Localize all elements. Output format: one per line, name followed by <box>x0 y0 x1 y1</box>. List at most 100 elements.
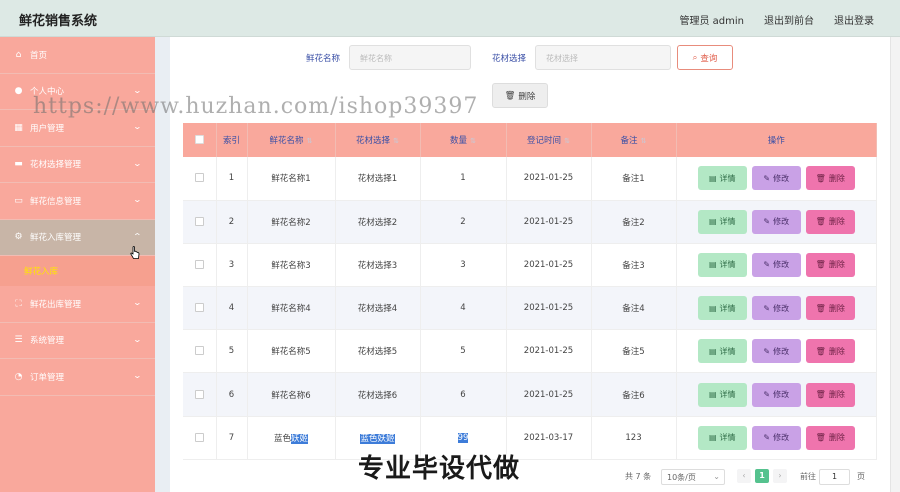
sidebar-item-materials[interactable]: ▬ 花材选择管理 ⌄ <box>0 147 155 183</box>
total-count: 共 7 条 <box>625 472 652 481</box>
document-icon: ▤ <box>708 346 717 356</box>
cell-material: 蓝色妖姬 <box>335 416 421 460</box>
scrollbar[interactable] <box>890 37 900 492</box>
delete-button[interactable]: 🗑 删除 <box>805 296 855 321</box>
next-page-button[interactable]: › <box>773 469 787 483</box>
sidebar-item-users[interactable]: ▦ 用户管理 ⌄ <box>0 110 155 147</box>
row-checkbox[interactable] <box>194 259 204 269</box>
col-name[interactable]: 鲜花名称 ⇅ <box>247 123 336 157</box>
sidebar-item-flower-info[interactable]: ▭ 鲜花信息管理 ⌄ <box>0 183 155 220</box>
cell-date: 2021-01-25 <box>506 329 592 374</box>
row-checkbox[interactable] <box>194 389 204 399</box>
row-checkbox[interactable] <box>194 216 204 226</box>
app-title: 鲜花销售系统 <box>19 14 98 29</box>
row-checkbox[interactable] <box>194 346 204 356</box>
detail-button[interactable]: ▤ 详情 <box>697 425 747 450</box>
select-all-checkbox[interactable] <box>194 135 204 144</box>
sidebar-item-stock-out[interactable]: ⛶ 鲜花出库管理 ⌄ <box>0 286 155 323</box>
cell-index: 7 <box>216 416 248 460</box>
sliders-icon: ☰ <box>14 335 23 346</box>
edit-button[interactable]: ✎ 修改 <box>751 166 801 191</box>
cell-quantity: 5 <box>420 329 507 374</box>
cell-name: 鲜花名称2 <box>247 200 336 244</box>
delete-button[interactable]: 🗑 删除 <box>805 425 855 450</box>
cell-index: 1 <box>216 157 248 201</box>
gauge-icon: ◔ <box>14 371 23 382</box>
sidebar-item-system[interactable]: ☰ 系统管理 ⌄ <box>0 323 155 359</box>
sidebar-item-orders[interactable]: ◔ 订单管理 ⌄ <box>0 359 155 396</box>
query-button[interactable]: ⌕ 查询 <box>677 45 733 70</box>
delete-button[interactable]: 🗑 删除 <box>805 339 855 364</box>
delete-button[interactable]: 🗑 删除 <box>805 166 855 191</box>
row-checkbox[interactable] <box>194 303 204 313</box>
detail-button[interactable]: ▤ 详情 <box>697 209 747 234</box>
detail-button[interactable]: ▤ 详情 <box>697 339 747 364</box>
row-checkbox[interactable] <box>194 432 204 442</box>
detail-button[interactable]: ▤ 详情 <box>697 296 747 321</box>
pencil-icon: ✎ <box>763 346 771 356</box>
select-all-cell <box>183 123 217 157</box>
material-search-input[interactable]: 花材选择 <box>535 45 671 70</box>
cell-date: 2021-01-25 <box>506 286 592 331</box>
cell-note: 备注6 <box>591 372 677 417</box>
chevron-up-icon: ⌃ <box>132 231 143 241</box>
edit-button[interactable]: ✎ 修改 <box>751 252 801 277</box>
grid-icon: ▦ <box>14 122 23 133</box>
cell-quantity: 4 <box>420 286 507 331</box>
logout-link[interactable]: 退出登录 <box>834 12 874 27</box>
row-checkbox[interactable] <box>194 173 204 183</box>
submenu-item-stock-in[interactable]: 鲜花入库 <box>0 256 155 286</box>
pencil-icon: ✎ <box>763 217 771 227</box>
cell-note: 备注4 <box>591 286 677 331</box>
chevron-down-icon: ⌄ <box>132 122 143 131</box>
document-icon: ▤ <box>708 390 717 400</box>
edit-button[interactable]: ✎ 修改 <box>751 296 801 321</box>
detail-button[interactable]: ▤ 详情 <box>697 166 747 191</box>
query-button-label: 查询 <box>700 53 718 64</box>
to-front-link[interactable]: 退出到前台 <box>764 12 814 27</box>
cell-note: 123 <box>591 416 677 460</box>
material-search-label: 花材选择 <box>492 54 527 64</box>
chevron-down-icon: ⌄ <box>132 195 143 204</box>
goto-page-input[interactable]: 1 <box>819 469 850 485</box>
stock-in-table: 索引 鲜花名称 ⇅ 花材选择 ⇅ 数量 ⇅ 登记时间 ⇅ 备注 ⇅ 操作 1 鲜花名称1 … <box>183 123 877 460</box>
cell-quantity: 3 <box>420 243 507 288</box>
sidebar-item-label: 个人中心 <box>30 87 65 98</box>
cell-name: 鲜花名称6 <box>247 372 336 417</box>
detail-button[interactable]: ▤ 详情 <box>697 252 747 277</box>
edit-button[interactable]: ✎ 修改 <box>751 382 801 407</box>
col-date[interactable]: 登记时间 ⇅ <box>506 123 592 157</box>
cell-date: 2021-01-25 <box>506 372 592 417</box>
home-icon: ⌂ <box>15 49 22 60</box>
detail-button[interactable]: ▤ 详情 <box>697 382 747 407</box>
cell-date: 2021-01-25 <box>506 243 592 288</box>
document-icon: ▤ <box>708 433 717 443</box>
delete-button[interactable]: 🗑 删除 <box>805 382 855 407</box>
col-quantity[interactable]: 数量 ⇅ <box>420 123 507 157</box>
page-size-select[interactable]: 10条/页 ⌄ <box>661 469 725 485</box>
cell-quantity: 2 <box>420 200 507 244</box>
batch-delete-button[interactable]: 🗑 删除 <box>492 83 548 108</box>
cell-name: 鲜花名称1 <box>247 157 336 201</box>
cell-index: 2 <box>216 200 248 244</box>
col-note[interactable]: 备注 ⇅ <box>591 123 677 157</box>
edit-button[interactable]: ✎ 修改 <box>751 425 801 450</box>
frame-icon: ⛶ <box>15 298 22 309</box>
delete-button[interactable]: 🗑 删除 <box>805 252 855 277</box>
cell-index: 6 <box>216 372 248 417</box>
sidebar: ⌂ 首页 ● 个人中心 ⌄ ▦ 用户管理 ⌄ ▬ 花材选择管理 ⌄ ▭ 鲜花信息… <box>0 37 155 492</box>
edit-button[interactable]: ✎ 修改 <box>751 209 801 234</box>
hand-cursor-icon <box>130 246 140 259</box>
delete-button[interactable]: 🗑 删除 <box>805 209 855 234</box>
col-material[interactable]: 花材选择 ⇅ <box>335 123 421 157</box>
prev-page-button[interactable]: ‹ <box>737 469 751 483</box>
sidebar-item-label: 系统管理 <box>30 336 65 347</box>
sidebar-item-profile[interactable]: ● 个人中心 ⌄ <box>0 74 155 110</box>
sidebar-item-home[interactable]: ⌂ 首页 <box>0 37 155 74</box>
sidebar-item-label: 首页 <box>30 50 48 61</box>
sort-icon: ⇅ <box>564 137 570 145</box>
name-search-input[interactable]: 鲜花名称 <box>349 45 471 70</box>
page-number-current[interactable]: 1 <box>755 469 769 483</box>
edit-button[interactable]: ✎ 修改 <box>751 339 801 364</box>
header-actions: 管理员 admin 退出到前台 退出登录 <box>679 12 874 27</box>
